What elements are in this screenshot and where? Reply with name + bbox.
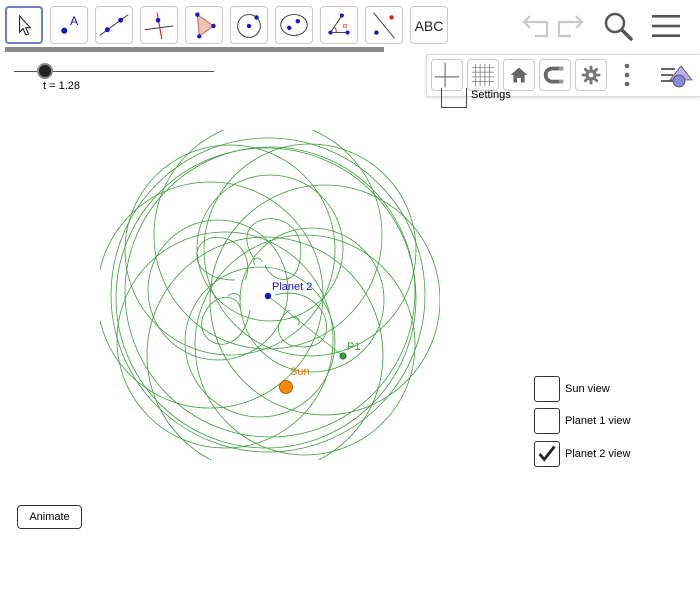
planet1-view-checkbox-row[interactable]: Planet 1 view <box>534 408 694 436</box>
axes-icon <box>434 62 460 88</box>
sun-view-checkbox[interactable] <box>534 376 560 402</box>
sun-view-checkbox-row[interactable]: Sun view <box>534 376 694 404</box>
undo-icon <box>522 15 549 38</box>
planet2-label: Planet 2 <box>272 281 312 293</box>
checkmark-icon <box>538 445 556 462</box>
svg-text:A: A <box>70 14 79 28</box>
planet2-view-label: Planet 2 view <box>565 448 631 460</box>
point-capturing-button[interactable] <box>539 59 571 91</box>
sun-label: Sun <box>290 366 310 378</box>
redo-button[interactable] <box>553 8 589 44</box>
polygon-icon <box>195 12 216 39</box>
toggle-grid-button[interactable] <box>467 59 499 91</box>
circle-center-icon <box>237 14 261 38</box>
angle-icon: α <box>328 13 350 35</box>
line-through-points-icon <box>99 14 129 36</box>
planet1-view-label: Planet 1 view <box>565 415 631 427</box>
menu-icon <box>652 15 680 37</box>
home-icon <box>510 67 528 83</box>
style-bar-toggle-icon <box>661 65 693 88</box>
cursor-arrow-icon <box>18 14 32 36</box>
grid-icon <box>471 63 495 87</box>
text-tool-label: ABC <box>414 18 444 34</box>
line-tool-button[interactable] <box>95 6 133 44</box>
search-button[interactable] <box>600 8 636 44</box>
toolbar-progress-bar <box>5 47 384 52</box>
t-slider-thumb[interactable] <box>37 63 53 79</box>
reflect-about-line-icon <box>373 12 395 39</box>
planet2-view-checkbox-row[interactable]: Planet 2 view <box>534 441 694 469</box>
graphics-style-bar <box>426 54 700 97</box>
more-icon <box>624 63 630 87</box>
point-icon: A <box>61 14 79 34</box>
planet1-view-checkbox[interactable] <box>534 408 560 434</box>
redo-icon <box>557 15 584 38</box>
more-options-button[interactable] <box>617 59 637 91</box>
perpendicular-line-icon <box>144 12 174 40</box>
conic-tool-button[interactable] <box>275 6 313 44</box>
sun-view-label: Sun view <box>565 383 610 395</box>
move-tool-button[interactable] <box>5 6 43 44</box>
toggle-axes-button[interactable] <box>431 59 463 91</box>
undo-button[interactable] <box>517 8 553 44</box>
settings-label: Settings <box>471 89 511 101</box>
style-bar-toggle-button[interactable] <box>659 60 695 92</box>
reflect-tool-button[interactable] <box>365 6 403 44</box>
animate-button[interactable]: Animate <box>17 505 82 529</box>
ellipse-icon <box>280 14 308 36</box>
toolbar: A α ABC <box>0 0 700 50</box>
standard-view-button[interactable] <box>503 59 535 91</box>
graphics-canvas[interactable]: Planet 2 P1 Sun <box>100 130 440 460</box>
angle-tool-button[interactable]: α <box>320 6 358 44</box>
perpendicular-line-tool-button[interactable] <box>140 6 178 44</box>
main-menu-button[interactable] <box>648 8 684 44</box>
svg-text:α: α <box>343 21 348 30</box>
p1-point[interactable] <box>339 352 347 360</box>
t-slider-label: t = 1.28 <box>43 80 81 92</box>
planet2-view-checkbox[interactable] <box>534 441 560 467</box>
polygon-tool-button[interactable] <box>185 6 223 44</box>
text-tool-button[interactable]: ABC <box>410 6 448 44</box>
search-icon <box>604 12 633 41</box>
circle-tool-button[interactable] <box>230 6 268 44</box>
graphics-settings-button[interactable] <box>575 59 607 91</box>
point-tool-button[interactable]: A <box>50 6 88 44</box>
gear-icon <box>581 65 601 85</box>
sun-point[interactable] <box>279 380 293 394</box>
magnet-icon <box>543 66 564 84</box>
settings-checkbox[interactable] <box>441 88 467 108</box>
p1-label: P1 <box>347 341 360 353</box>
planet2-point[interactable] <box>264 292 272 300</box>
